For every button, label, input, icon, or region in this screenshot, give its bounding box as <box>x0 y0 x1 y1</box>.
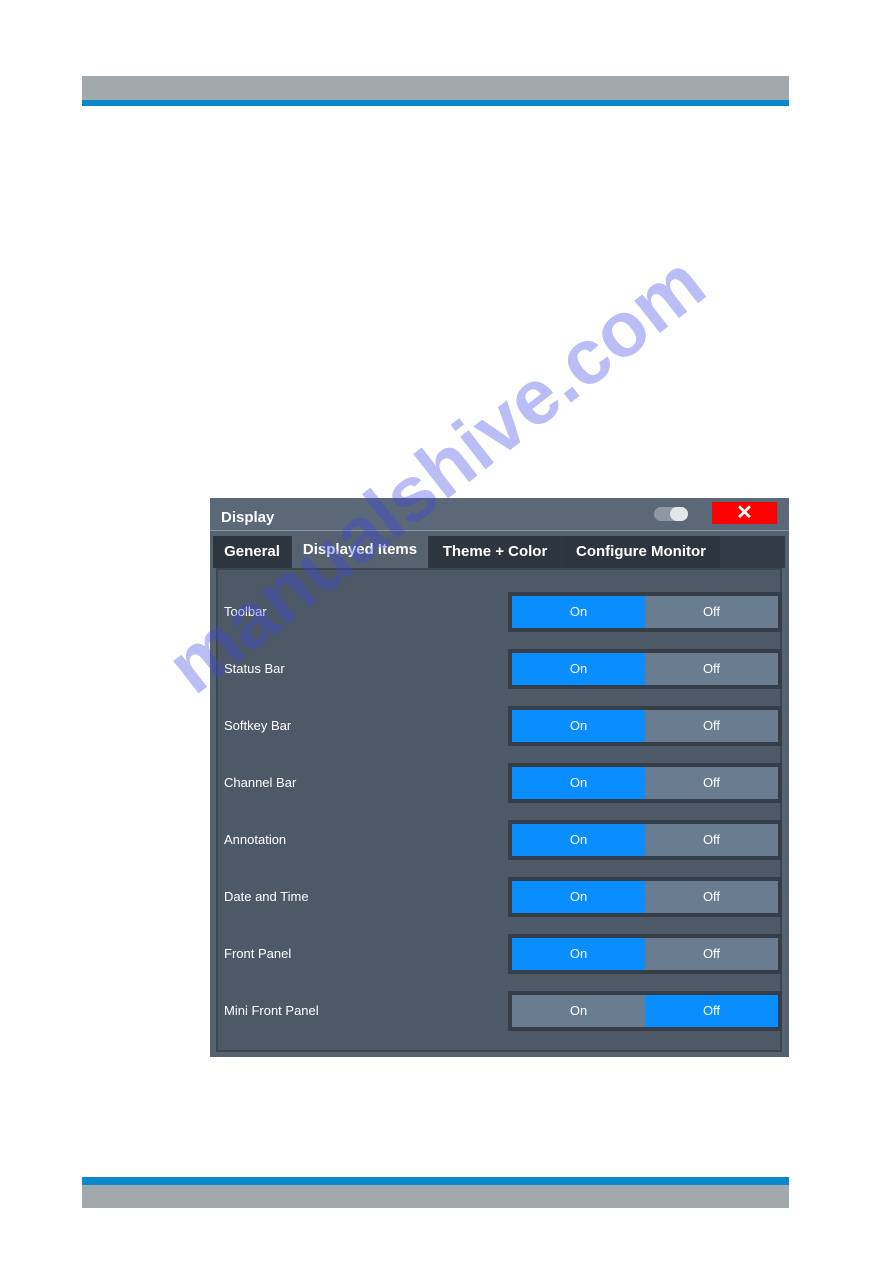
setting-label: Status Bar <box>224 661 285 676</box>
toggle-knob <box>670 507 688 521</box>
page-header-bar <box>82 76 789 100</box>
page-footer-bar <box>82 1185 789 1208</box>
date-and-time-toggle[interactable]: On Off <box>508 877 782 917</box>
front-panel-toggle[interactable]: On Off <box>508 934 782 974</box>
off-option[interactable]: Off <box>645 767 778 799</box>
on-option[interactable]: On <box>512 824 645 856</box>
off-option[interactable]: Off <box>645 653 778 685</box>
setting-row: Mini Front Panel On Off <box>224 991 784 1031</box>
on-option[interactable]: On <box>512 596 645 628</box>
setting-row: Date and Time On Off <box>224 877 784 917</box>
setting-row: Annotation On Off <box>224 820 784 860</box>
page-footer-accent <box>82 1177 789 1185</box>
toolbar-toggle[interactable]: On Off <box>508 592 782 632</box>
off-option[interactable]: Off <box>645 710 778 742</box>
off-option[interactable]: Off <box>645 824 778 856</box>
setting-label: Mini Front Panel <box>224 1003 319 1018</box>
setting-label: Front Panel <box>224 946 292 961</box>
off-option[interactable]: Off <box>645 995 778 1027</box>
on-option[interactable]: On <box>512 710 645 742</box>
close-button[interactable]: ✕ <box>712 502 777 524</box>
on-option[interactable]: On <box>512 938 645 970</box>
close-icon: ✕ <box>736 502 753 524</box>
tab-displayed-items[interactable]: Displayed Items <box>292 536 428 568</box>
dialog-title: Display <box>221 509 275 526</box>
displayed-items-panel: Toolbar On Off Status Bar On Off Softkey Bar On… <box>216 568 782 1052</box>
tab-configure-monitor[interactable]: Configure Monitor <box>562 536 720 568</box>
off-option[interactable]: Off <box>645 596 778 628</box>
tab-bar: General Displayed Items Theme + Color Co… <box>213 536 785 568</box>
transparency-toggle[interactable] <box>654 507 688 521</box>
off-option[interactable]: Off <box>645 881 778 913</box>
tab-general[interactable]: General <box>213 536 291 568</box>
status-bar-toggle[interactable]: On Off <box>508 649 782 689</box>
setting-row: Softkey Bar On Off <box>224 706 784 746</box>
setting-row: Channel Bar On Off <box>224 763 784 803</box>
on-option[interactable]: On <box>512 767 645 799</box>
annotation-toggle[interactable]: On Off <box>508 820 782 860</box>
display-dialog: Display ✕ General Displayed Items Theme … <box>210 498 789 1057</box>
dialog-titlebar: Display ✕ <box>210 498 789 531</box>
setting-row: Front Panel On Off <box>224 934 784 974</box>
on-option[interactable]: On <box>512 653 645 685</box>
softkey-bar-toggle[interactable]: On Off <box>508 706 782 746</box>
setting-label: Softkey Bar <box>224 718 292 733</box>
setting-row: Toolbar On Off <box>224 592 784 632</box>
page-header-accent <box>82 100 789 106</box>
setting-row: Status Bar On Off <box>224 649 784 689</box>
on-option[interactable]: On <box>512 995 645 1027</box>
channel-bar-toggle[interactable]: On Off <box>508 763 782 803</box>
setting-label: Channel Bar <box>224 775 297 790</box>
mini-front-panel-toggle[interactable]: On Off <box>508 991 782 1031</box>
setting-label: Annotation <box>224 832 287 847</box>
setting-label: Date and Time <box>224 889 309 904</box>
off-option[interactable]: Off <box>645 938 778 970</box>
tab-theme-color[interactable]: Theme + Color <box>429 536 561 568</box>
setting-label: Toolbar <box>224 604 267 619</box>
on-option[interactable]: On <box>512 881 645 913</box>
